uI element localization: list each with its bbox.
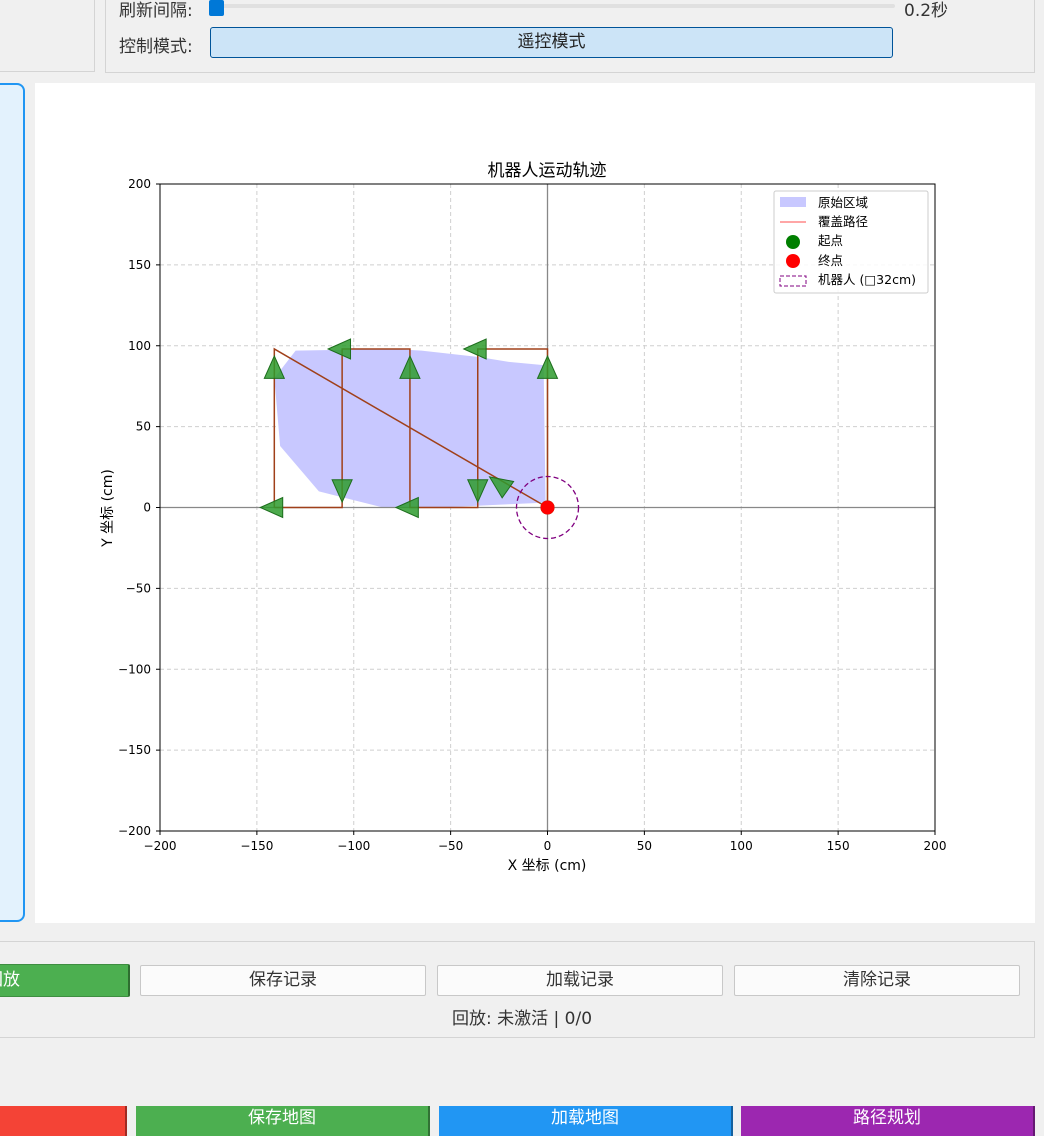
end-point-marker [540, 500, 555, 515]
refresh-interval-slider[interactable] [212, 4, 895, 8]
x-tick-label: −150 [240, 839, 273, 853]
chart-title: 机器人运动轨迹 [488, 161, 607, 181]
clear-record-button[interactable]: 清除记录 [734, 965, 1020, 996]
trajectory-plot: −200 −150 −100 −50 0 50 100 150 200 −200 −150 −100 −… [35, 83, 1035, 923]
playback-status: 回放: 未激活 | 0/0 [451, 1009, 593, 1029]
side-panel [0, 83, 25, 922]
x-tick-label: 150 [827, 839, 850, 853]
save-record-button[interactable]: 保存记录 [140, 965, 426, 996]
refresh-interval-value: 0.2秒 [904, 1, 949, 21]
y-tick-label: 0 [143, 501, 151, 515]
left-settings-group [0, 0, 95, 72]
chart-legend: 原始区域 覆盖路径 起点 终点 机器人 (□32cm) [773, 190, 929, 294]
legend-region-label: 原始区域 [818, 195, 868, 210]
x-tick-label: −100 [337, 839, 370, 853]
refresh-slider-handle[interactable] [209, 0, 224, 16]
y-tick-label: −150 [118, 743, 151, 757]
refresh-interval-label: 刷新间隔: [119, 1, 193, 21]
x-tick-label: 50 [637, 839, 652, 853]
trajectory-chart: −200 −150 −100 −50 0 50 100 150 200 −200 −150 −100 −… [100, 161, 947, 874]
y-axis-label: Y 坐标 (cm) [100, 469, 116, 548]
stop-button[interactable] [0, 1106, 127, 1136]
x-tick-label: 200 [924, 839, 947, 853]
y-tick-label: 100 [128, 339, 151, 353]
control-mode-button[interactable]: 遥控模式 [210, 27, 893, 58]
y-tick-label: 200 [128, 177, 151, 191]
legend-start-swatch [786, 235, 800, 249]
path-plan-button[interactable]: 路径规划 [741, 1106, 1035, 1136]
legend-robot-label: 机器人 (□32cm) [818, 272, 916, 287]
legend-end-label: 终点 [818, 253, 843, 268]
y-tick-label: 50 [136, 420, 151, 434]
y-tick-label: 150 [128, 258, 151, 272]
y-tick-label: −200 [118, 824, 151, 838]
heading-arrow [259, 496, 284, 519]
heading-arrow [263, 354, 286, 379]
playback-button[interactable]: 回放 [0, 964, 130, 997]
x-tick-label: −50 [438, 839, 463, 853]
load-record-button[interactable]: 加载记录 [437, 965, 723, 996]
save-map-button[interactable]: 保存地图 [136, 1106, 430, 1136]
load-map-button[interactable]: 加载地图 [439, 1106, 733, 1136]
control-mode-label: 控制模式: [119, 37, 193, 57]
legend-region-swatch [780, 197, 806, 207]
legend-start-label: 起点 [818, 233, 843, 248]
y-tick-label: −50 [126, 581, 151, 595]
legend-path-label: 覆盖路径 [818, 214, 868, 229]
x-tick-label: 0 [544, 839, 552, 853]
x-tick-label: −200 [144, 839, 177, 853]
legend-end-swatch [786, 254, 800, 268]
x-tick-label: 100 [730, 839, 753, 853]
x-axis-label: X 坐标 (cm) [508, 858, 587, 874]
y-tick-label: −100 [118, 662, 151, 676]
